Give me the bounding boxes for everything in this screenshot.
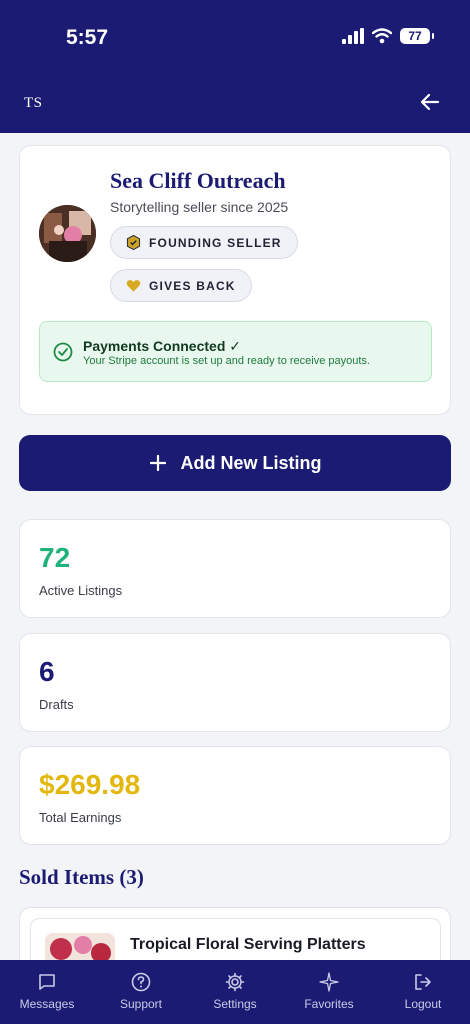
bottom-nav: Messages Support Settings Favorites Logo… [0,960,470,1024]
shop-avatar [39,205,96,262]
payments-title: Payments Connected ✓ [83,338,241,354]
battery-indicator: 77 [400,28,434,44]
stat-value: 6 [39,656,55,687]
app-logo[interactable]: TS [24,95,43,112]
nav-label: Messages [19,997,75,1011]
sold-items-heading: Sold Items (3) [19,865,144,889]
nav-favorites[interactable]: Favorites [282,960,376,1024]
top-bar: 5:57 77 TS [0,0,470,133]
shield-badge-icon [126,235,141,250]
status-icons: 77 [342,28,434,44]
seller-since: Storytelling seller since 2025 [110,199,289,215]
stat-card-total-earnings[interactable]: $269.98 Total Earnings [19,746,451,845]
profile-card: Sea Cliff Outreach Storytelling seller s… [19,145,451,415]
nav-settings[interactable]: Settings [188,960,282,1024]
stat-card-drafts[interactable]: 6 Drafts [19,633,451,732]
payments-connected-banner: Payments Connected ✓ Your Stripe account… [39,321,432,382]
add-listing-label: Add New Listing [180,452,322,473]
logout-icon [415,974,431,990]
nav-support[interactable]: Support [94,960,188,1024]
badge-label: GIVES BACK [149,278,236,293]
nav-label: Settings [213,997,257,1011]
stat-label: Drafts [39,697,74,712]
sparkle-icon [319,972,339,992]
stat-label: Active Listings [39,583,123,598]
gear-icon [225,972,245,992]
nav-logout[interactable]: Logout [376,960,470,1024]
wifi-icon [372,28,392,44]
stat-card-active-listings[interactable]: 72 Active Listings [19,519,451,618]
plus-icon [149,454,166,472]
check-circle-icon [53,342,73,362]
heart-icon [126,279,141,292]
nav-messages[interactable]: Messages [0,960,94,1024]
nav-label: Favorites [304,997,354,1011]
sold-item-name: Tropical Floral Serving Platters [130,936,366,953]
nav-label: Logout [404,997,442,1011]
stat-label: Total Earnings [39,810,122,825]
stat-value: $269.98 [39,769,141,800]
add-new-listing-button[interactable]: Add New Listing [19,435,451,491]
status-time: 5:57 [66,26,109,49]
payments-subtitle: Your Stripe account is set up and ready … [83,355,370,367]
back-arrow-icon[interactable] [420,92,440,112]
signal-icon [342,28,364,44]
shop-name: Sea Cliff Outreach [110,168,286,193]
message-icon [39,974,55,990]
nav-label: Support [119,997,163,1011]
badge-label: FOUNDING SELLER [149,235,282,250]
gives-back-badge: GIVES BACK [110,269,252,302]
founding-seller-badge: FOUNDING SELLER [110,226,298,259]
help-icon [131,972,151,992]
stat-value: 72 [39,542,71,573]
